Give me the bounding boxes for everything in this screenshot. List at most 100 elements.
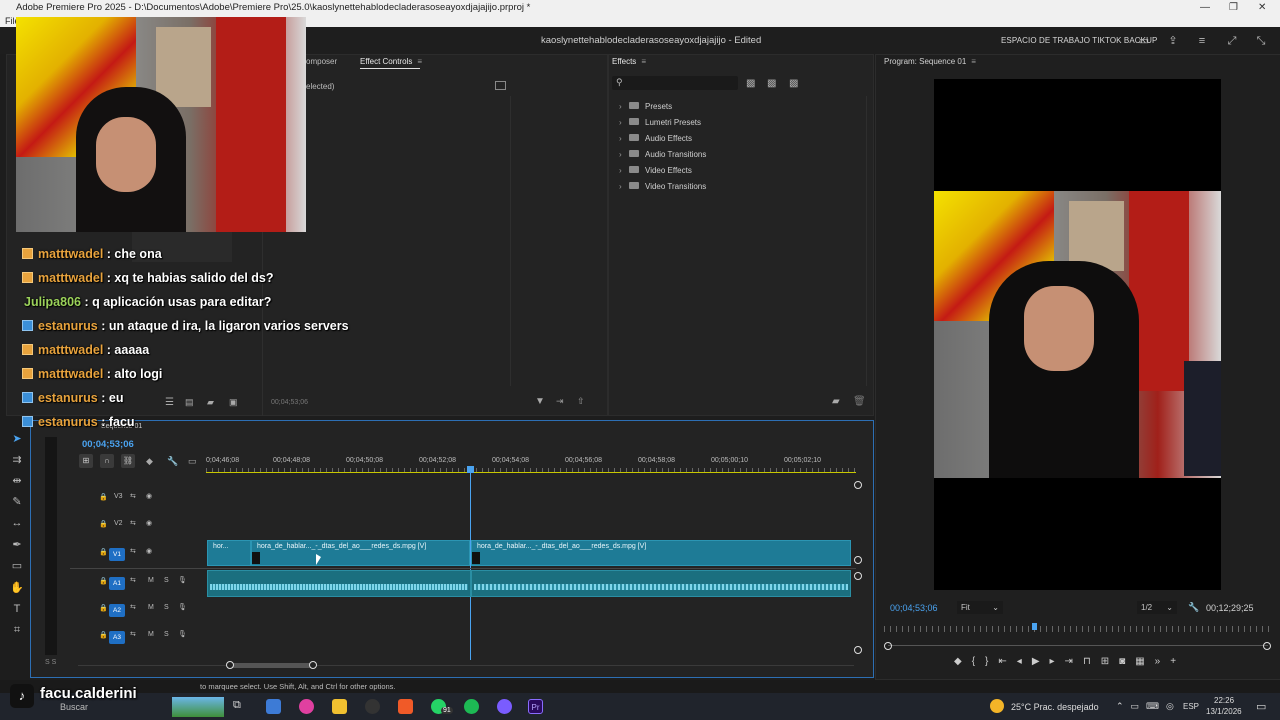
- solo-button[interactable]: S: [164, 604, 169, 611]
- panel-menu-icon[interactable]: ≡: [971, 57, 976, 66]
- tray-icons[interactable]: ⌃▭⌨◎: [1116, 701, 1181, 712]
- effects-item-audio-transitions[interactable]: › Audio Transitions: [619, 148, 706, 162]
- pen-tool-icon[interactable]: ✒: [9, 537, 25, 553]
- sync-lock-icon[interactable]: ⇆: [130, 492, 136, 500]
- sync-lock-icon[interactable]: ⇆: [130, 519, 136, 527]
- folder-icon[interactable]: ▰: [207, 397, 214, 408]
- eye-icon[interactable]: ◉: [146, 547, 152, 555]
- effects-item-video-effects[interactable]: › Video Effects: [619, 164, 692, 178]
- selection-tool-icon[interactable]: ➤: [9, 431, 25, 447]
- export-frame-icon[interactable]: ◙: [1119, 656, 1135, 667]
- close-icon[interactable]: ✕: [1258, 0, 1266, 15]
- track-label[interactable]: V2: [114, 520, 123, 527]
- file-explorer-icon[interactable]: [332, 699, 347, 714]
- track-label[interactable]: V3: [114, 493, 123, 500]
- effects-item-presets[interactable]: › Presets: [619, 100, 672, 114]
- panel-menu-icon[interactable]: ≡: [417, 57, 422, 66]
- fullscreen-icon[interactable]: ⤡: [1254, 34, 1268, 48]
- slip-tool-icon[interactable]: ↔: [9, 515, 25, 531]
- microphone-icon[interactable]: 🎙: [178, 603, 187, 611]
- step-back-icon[interactable]: ◂: [1017, 656, 1032, 667]
- expand-icon[interactable]: [495, 81, 506, 90]
- microphone-icon[interactable]: 🎙: [178, 630, 187, 638]
- scroll-handle-left[interactable]: [884, 642, 892, 650]
- hand-tool-icon[interactable]: ✋: [9, 580, 25, 596]
- 32bit-effects-icon[interactable]: ▩: [767, 78, 776, 89]
- sync-lock-icon[interactable]: ⇆: [130, 547, 136, 555]
- work-area-bar[interactable]: [206, 472, 856, 473]
- filter-icon[interactable]: ▼: [535, 396, 545, 407]
- language-indicator[interactable]: ESP: [1183, 702, 1199, 711]
- program-time-ruler[interactable]: [884, 626, 1270, 632]
- yuv-effects-icon[interactable]: ▩: [789, 78, 798, 89]
- add-icon[interactable]: +: [1170, 656, 1186, 667]
- premiere-icon[interactable]: Pr: [528, 699, 543, 714]
- new-item-icon[interactable]: ▣: [229, 397, 238, 408]
- timeline-scrollbar-track[interactable]: [78, 665, 854, 666]
- lock-icon[interactable]: 🔒: [99, 548, 108, 556]
- obs-icon[interactable]: [365, 699, 380, 714]
- vscroll-handle[interactable]: [854, 646, 862, 654]
- eye-icon[interactable]: ◉: [146, 492, 152, 500]
- captions-icon[interactable]: ▭: [188, 456, 197, 467]
- workspace-name[interactable]: ESPACIO DE TRABAJO TIKTOK BACKUP: [1001, 36, 1157, 45]
- lock-icon[interactable]: 🔒: [99, 577, 108, 585]
- ripple-edit-tool-icon[interactable]: ⇹: [9, 473, 25, 489]
- lock-icon[interactable]: 🔒: [99, 631, 108, 639]
- lock-icon[interactable]: 🔒: [99, 493, 108, 501]
- effects-item-video-transitions[interactable]: › Video Transitions: [619, 180, 706, 194]
- mute-button[interactable]: M: [148, 604, 154, 611]
- mute-button[interactable]: M: [148, 631, 154, 638]
- track-label[interactable]: A3: [109, 631, 125, 644]
- scroll-handle-right[interactable]: [1263, 642, 1271, 650]
- audio-clip[interactable]: [207, 570, 471, 597]
- clock-time[interactable]: 22:26: [1214, 696, 1234, 705]
- new-bin-icon[interactable]: ▰: [832, 396, 840, 407]
- audio-clip[interactable]: [471, 570, 851, 597]
- minimize-icon[interactable]: —: [1200, 0, 1210, 15]
- track-select-tool-icon[interactable]: ⇉: [9, 452, 25, 468]
- delete-icon[interactable]: 🗑: [853, 396, 866, 407]
- accelerated-effects-icon[interactable]: ▩: [746, 78, 755, 89]
- panel-menu-icon[interactable]: ≡: [641, 57, 646, 66]
- timeline-timecode[interactable]: 00;04;53;06: [82, 439, 134, 450]
- effects-item-lumetri-presets[interactable]: › Lumetri Presets: [619, 116, 701, 130]
- track-label[interactable]: A1: [109, 577, 125, 590]
- discord-icon[interactable]: [497, 699, 512, 714]
- mark-out-icon[interactable]: }: [985, 656, 998, 667]
- menu-icon[interactable]: ≡: [1195, 34, 1209, 48]
- lift-icon[interactable]: ⊓: [1083, 656, 1101, 667]
- add-marker-icon[interactable]: ◆: [954, 656, 972, 667]
- razor-tool-icon[interactable]: ✎: [9, 494, 25, 510]
- microphone-icon[interactable]: 🎙: [178, 576, 187, 584]
- icon-view-icon[interactable]: ▤: [185, 397, 194, 408]
- settings-wrench-icon[interactable]: 🔧: [167, 456, 178, 467]
- tab-program-monitor[interactable]: Program: Sequence 01 ≡: [884, 57, 976, 66]
- lock-icon[interactable]: 🔒: [99, 520, 108, 528]
- taskbar-search[interactable]: Buscar: [60, 702, 88, 712]
- app-icon[interactable]: [299, 699, 314, 714]
- solo-button[interactable]: S: [164, 631, 169, 638]
- tab-effect-controls[interactable]: Effect Controls ≡: [360, 57, 422, 66]
- scroll-handle-left[interactable]: [226, 661, 234, 669]
- share-icon[interactable]: ⇪: [1166, 34, 1180, 48]
- nest-icon[interactable]: ⊞: [79, 454, 93, 468]
- notifications-icon[interactable]: ▭: [1256, 700, 1266, 713]
- zoom-icon[interactable]: ⤢: [1225, 34, 1239, 48]
- type-tool-icon[interactable]: T: [9, 601, 25, 617]
- compare-icon[interactable]: ▦: [1135, 656, 1154, 667]
- wrench-icon[interactable]: 🔧: [1188, 602, 1199, 613]
- timeline-scrollbar-thumb[interactable]: [229, 663, 313, 668]
- video-clip[interactable]: hor...: [207, 540, 251, 566]
- extract-icon[interactable]: ⊞: [1101, 656, 1119, 667]
- weather-text[interactable]: 25°C Prac. despejado: [1011, 702, 1099, 712]
- brave-icon[interactable]: [398, 699, 413, 714]
- more-icon[interactable]: »: [1155, 656, 1171, 667]
- effects-item-audio-effects[interactable]: › Audio Effects: [619, 132, 692, 146]
- vscroll-handle[interactable]: [854, 556, 862, 564]
- linked-selection-icon[interactable]: ⛓: [121, 454, 135, 468]
- track-label[interactable]: A2: [109, 604, 125, 617]
- eye-icon[interactable]: ◉: [146, 519, 152, 527]
- program-scroll-bar[interactable]: [888, 645, 1268, 646]
- sync-lock-icon[interactable]: ⇆: [130, 576, 136, 584]
